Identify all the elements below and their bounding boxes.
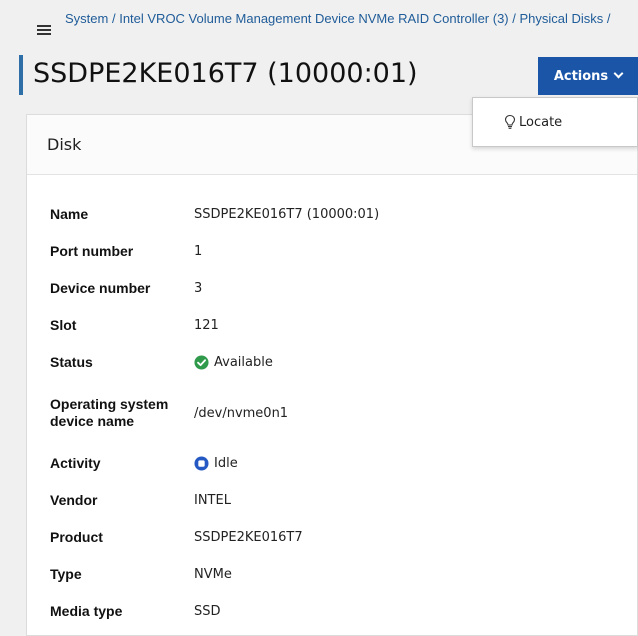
property-value-text: /dev/nvme0n1 [194,405,289,421]
page: System / Intel VROC Volume Management De… [0,0,638,636]
menu-item-locate-label: Locate [519,114,563,130]
property-value-text: SSD [194,604,221,619]
property-value: NVMe [194,567,232,582]
breadcrumb-item-physical-disks[interactable]: Physical Disks [520,11,604,26]
property-row: Product SSDPE2KE016T7 [50,519,610,556]
hamburger-menu-icon[interactable] [37,24,51,36]
property-value: 1 [194,244,202,259]
property-row: Port number 1 [50,233,610,270]
property-label: Device number [50,280,151,296]
property-value-text: 1 [194,244,203,259]
property-value-text: 121 [194,318,219,333]
property-label: Activity [50,455,101,471]
property-value: 121 [194,318,219,333]
property-row: Activity Idle [50,445,610,482]
properties-list: Name SSDPE2KE016T7 (10000:01) Port numbe… [50,196,610,630]
property-value-text: NVMe [194,567,232,582]
breadcrumb-item-system[interactable]: System [65,11,108,26]
property-row: Device number 3 [50,270,610,307]
title-accent-bar [19,55,23,95]
property-row: Slot 121 [50,307,610,344]
property-label: Port number [50,243,134,259]
property-label: Vendor [50,492,98,508]
check-circle-icon [194,355,209,370]
menu-item-locate[interactable]: Locate [473,98,637,146]
actions-button[interactable]: Actions [538,57,638,95]
property-row: Media type SSD [50,593,610,630]
property-value: SSDPE2KE016T7 (10000:01) [194,207,379,222]
card-title: Disk [47,135,82,154]
page-title: SSDPE2KE016T7 (10000:01) [33,58,418,89]
breadcrumb-separator: / [606,11,611,26]
property-value: Idle [194,456,238,471]
chevron-down-icon [613,68,624,79]
property-label: Operating system device name [50,396,169,429]
breadcrumb-item-controller[interactable]: Intel VROC Volume Management Device NVMe… [119,11,508,26]
property-value-text: SSDPE2KE016T7 (10000:01) [194,207,380,222]
property-row: Name SSDPE2KE016T7 (10000:01) [50,196,610,233]
breadcrumb: System / Intel VROC Volume Management De… [65,10,635,28]
property-row: Status Available [50,344,610,381]
property-value: INTEL [194,493,231,508]
activity-text: Idle [214,456,238,471]
property-row: Type NVMe [50,556,610,593]
property-label: Name [50,206,89,222]
property-value-text: 3 [194,281,203,296]
property-value: Available [194,355,273,370]
actions-dropdown-menu: Locate [472,97,638,147]
property-value: SSDPE2KE016T7 [194,530,303,545]
breadcrumb-separator: / [512,11,520,26]
property-label: Type [50,566,82,582]
actions-button-label: Actions [553,68,609,84]
property-value: SSD [194,604,221,619]
property-value-text: INTEL [194,493,231,508]
light-bulb-icon [504,114,516,129]
property-value-text: SSDPE2KE016T7 [194,530,303,545]
property-row: Operating system device name /dev/nvme0n… [50,381,610,445]
property-value: /dev/nvme0n1 [194,406,288,421]
property-label: Product [50,529,103,545]
property-label: Slot [50,317,77,333]
status-text: Available [214,355,273,370]
property-value: 3 [194,281,202,296]
idle-circle-icon [194,456,209,471]
property-label: Media type [50,603,123,619]
property-label: Status [50,354,93,370]
property-row: Vendor INTEL [50,482,610,519]
